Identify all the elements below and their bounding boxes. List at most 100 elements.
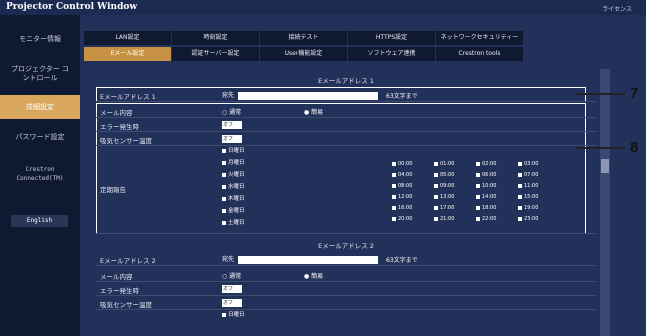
license-link[interactable]: ライセンス [602,4,632,13]
checkbox-box [222,148,226,153]
checkbox-day[interactable]: 月曜日 [222,159,245,167]
tab-crestron-tools[interactable]: Crestron tools [436,47,524,61]
checkbox-hour[interactable]: 11:00 [518,182,538,190]
tab-user-function[interactable]: User機能設定 [260,47,348,61]
checkbox-hour[interactable]: 06:00 [476,171,496,179]
tab-connection-test[interactable]: 接続テスト [260,31,348,45]
checkbox-hour[interactable]: 12:00 [392,193,412,201]
row-email1-report: 定期報告 日曜日月曜日火曜日水曜日木曜日金曜日土曜日 00:00 04:00 08:… [96,146,596,234]
checkbox-box [434,172,438,177]
callout-7: 7 [630,85,639,102]
checkbox-email2-sunday[interactable]: 日曜日 [222,311,245,319]
checkbox-hour[interactable]: 19:00 [518,204,538,212]
english-button[interactable]: English [11,215,68,227]
tab-network-security[interactable]: ネットワークセキュリティー [436,31,524,45]
tab-auth-server[interactable]: 認証サーバー設定 [172,47,260,61]
title-bar: Projector Control Window ライセンス [0,0,646,15]
select-email2-sensor[interactable]: オフ [222,299,242,307]
select-email2-error[interactable]: オフ [222,285,242,293]
checkbox-day[interactable]: 金曜日 [222,207,245,215]
tab-https[interactable]: HTTPS設定 [348,31,436,45]
checkbox-hour[interactable]: 08:00 [392,182,412,190]
email2-address-input[interactable] [238,255,379,264]
checkbox-hour-label: 06:00 [482,172,497,178]
checkbox-hour[interactable]: 17:00 [434,204,454,212]
tab-row-1: LAN設定 時刻設定 接続テスト HTTPS設定 ネットワークセキュリティー [84,31,524,45]
checkbox-hour[interactable]: 16:00 [392,204,412,212]
checkbox-hour[interactable]: 13:00 [434,193,454,201]
checkbox-box [392,216,396,221]
sidebar-item-crestron[interactable]: Crestron Connected(TM) [0,165,80,183]
checkbox-box [518,194,522,199]
tab-software-link[interactable]: ソフトウェア連携 [348,47,436,61]
checkbox-box [222,184,226,189]
checkbox-hour-label: 10:00 [482,183,497,189]
checkbox-day[interactable]: 日曜日 [222,147,245,155]
radio-email2-simple[interactable]: ● 簡易 [304,271,323,280]
checkbox-day[interactable]: 木曜日 [222,195,245,203]
checkbox-hour[interactable]: 09:00 [434,182,454,190]
checkbox-day-label: 土曜日 [228,220,245,226]
radio-email1-simple[interactable]: ● 簡易 [304,107,323,116]
tab-row-2: Eメール設定 認証サーバー設定 User機能設定 ソフトウェア連携 Crestr… [84,47,524,61]
checkbox-box [434,161,438,166]
radio-email2-normal[interactable]: ○ 通常 [222,271,241,280]
checkbox-hour-label: 08:00 [398,183,413,189]
checkbox-hour[interactable]: 02:00 [476,160,496,168]
checkbox-box [476,161,480,166]
main-panel: LAN設定 時刻設定 接続テスト HTTPS設定 ネットワークセキュリティー E… [80,15,646,336]
sidebar-item-projector-control[interactable]: プロジェクター コントロール [0,65,80,83]
checkbox-hour-label: 20:00 [398,216,413,222]
label-email1-content: メール内容 [100,109,133,117]
row-email1-content: メール内容 ○ 通常 ● 簡易 [96,104,596,118]
checkbox-hour[interactable]: 15:00 [518,193,538,201]
checkbox-box [222,172,226,177]
checkbox-hour-label: 02:00 [482,161,497,167]
checkbox-box [518,183,522,188]
checkbox-hour[interactable]: 14:00 [476,193,496,201]
checkbox-hour[interactable]: 21:00 [434,215,454,223]
sidebar-item-monitor-info[interactable]: モニター情報 [0,35,80,44]
checkbox-hour[interactable]: 18:00 [476,204,496,212]
checkbox-day[interactable]: 土曜日 [222,219,245,227]
section-title-email1: Eメールアドレス 1 [318,77,374,85]
checkbox-hour[interactable]: 10:00 [476,182,496,190]
checkbox-hour[interactable]: 03:00 [518,160,538,168]
checkbox-hour[interactable]: 20:00 [392,215,412,223]
row-email2-address: Eメールアドレス 2 宛先 63文字まで [96,252,596,266]
label-email2-error: エラー発生時 [100,287,139,295]
checkbox-hour[interactable]: 22:00 [476,215,496,223]
sidebar-item-password[interactable]: パスワード設定 [0,133,80,142]
checkbox-hour[interactable]: 01:00 [434,160,454,168]
label-email1-sensor: 吸気センサー温度 [100,137,152,145]
checkbox-day[interactable]: 水曜日 [222,183,245,191]
tab-clock[interactable]: 時刻設定 [172,31,260,45]
checkbox-hour[interactable]: 05:00 [434,171,454,179]
checkbox-hour-label: 04:00 [398,172,413,178]
tab-email[interactable]: Eメール設定 [84,47,172,61]
checkbox-box [518,161,522,166]
checkbox-hour[interactable]: 07:00 [518,171,538,179]
checkbox-box [222,208,226,213]
select-email1-error[interactable]: オフ [222,121,242,129]
scrollbar[interactable] [600,69,610,336]
radio-email1-simple-label: 簡易 [311,109,324,116]
label-email2-sensor: 吸気センサー温度 [100,301,152,309]
checkbox-hour[interactable]: 00:00 [392,160,412,168]
tab-lan[interactable]: LAN設定 [84,31,172,45]
email1-address-input[interactable] [238,91,379,100]
row-email1-error: エラー発生時 オフ [96,118,596,132]
checkbox-day[interactable]: 火曜日 [222,171,245,179]
checkbox-hour-label: 16:00 [398,205,413,211]
radio-email1-normal[interactable]: ○ 通常 [222,107,241,116]
label-email1-report: 定期報告 [100,186,126,194]
checkbox-hour[interactable]: 23:00 [518,215,538,223]
checkbox-hour[interactable]: 04:00 [392,171,412,179]
callout-line-8 [575,147,625,149]
checkbox-hour-label: 13:00 [440,194,455,200]
row-email2-sensor: 吸気センサー温度 オフ [96,296,596,310]
select-email1-sensor[interactable]: オフ [222,135,242,143]
scroll-thumb[interactable] [601,159,609,173]
checkbox-hour-label: 12:00 [398,194,413,200]
sidebar-item-advanced-settings[interactable]: 詳細設定 [0,95,80,119]
